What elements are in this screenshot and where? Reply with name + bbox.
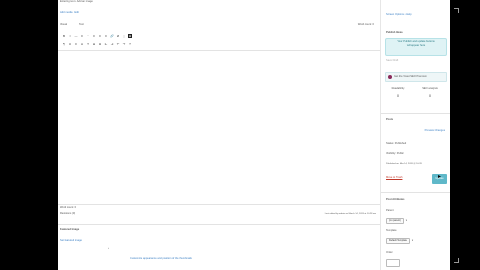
help-icon[interactable]: ? <box>128 42 132 46</box>
paragraph-button[interactable]: ¶ <box>62 42 66 46</box>
yoast-premium-banner[interactable]: Get the Yoast SEO Premium <box>385 72 447 82</box>
hr-button[interactable]: — <box>74 34 78 38</box>
align-right-button[interactable]: ≡ <box>104 34 108 38</box>
customize-thumbnails-link[interactable]: Customize appearance and position of the… <box>130 257 192 261</box>
parent-label: Parent <box>386 209 394 212</box>
revisions-label[interactable]: Revisions (0) <box>60 212 75 216</box>
visual-tab[interactable]: Visual <box>60 23 67 27</box>
wordpress-editor-page: Entering text • Add an image Add media E… <box>58 0 450 270</box>
underline-button[interactable]: U <box>68 42 72 46</box>
italic-button[interactable]: I <box>68 34 72 38</box>
align-center-button[interactable]: ≡ <box>98 34 102 38</box>
chevron-down-icon: ▾ <box>405 218 408 222</box>
toolbar-toggle-icon[interactable]: ⊞ <box>128 34 132 38</box>
yoast-premium-label: Get the Yoast SEO Premium <box>394 74 427 78</box>
quote-button[interactable]: “ <box>86 34 90 38</box>
posts-title: Posts <box>386 118 394 121</box>
parent-select-value: (no parent) <box>386 218 404 224</box>
align-left-button[interactable]: ≡ <box>92 34 96 38</box>
template-select[interactable]: Default Template ▾ <box>386 238 413 244</box>
preview-changes-link[interactable]: Preview Changes <box>425 129 445 133</box>
template-label: Template <box>386 229 397 232</box>
special-char-button[interactable]: Ω <box>98 42 102 46</box>
bold-button[interactable]: B <box>62 34 66 38</box>
seo-analysis-stat: SEO analysis 0 <box>417 87 443 98</box>
redo-icon[interactable]: ↷ <box>122 42 126 46</box>
readability-stat: Readability 0 <box>387 87 409 98</box>
text-tab[interactable]: Text <box>79 23 84 27</box>
featured-image-link[interactable]: Set featured image <box>60 239 82 243</box>
seo-analysis-value: 0 <box>428 92 432 98</box>
undo-icon[interactable]: ↶ <box>116 42 120 46</box>
published-line: Published on: Mar 14, 2019 @ 10:28 <box>386 163 422 165</box>
screen-options-link[interactable]: Screen Options • Help <box>386 13 412 17</box>
post-attributes-title: Post Attributes <box>386 198 405 201</box>
clear-format-button[interactable]: ⊟ <box>92 42 96 46</box>
sidebar: Screen Options • Help Publish Ideas Your… <box>380 0 450 270</box>
justify-button[interactable]: ≡ <box>74 42 78 46</box>
last-edited: Last edited by admin on March 14, 2019 a… <box>324 213 376 215</box>
bullets-button[interactable]: ≡ <box>80 34 84 38</box>
outdent-button[interactable]: ⇤ <box>104 42 108 46</box>
more-icon[interactable]: ⋮ <box>122 34 126 38</box>
unlink-icon[interactable]: ⊘ <box>116 34 120 38</box>
move-to-trash-link[interactable]: Move to Trash <box>386 176 402 180</box>
publish-ideas-title: Publish Ideas <box>386 31 403 34</box>
parent-select[interactable]: (no parent) ▾ <box>386 218 407 224</box>
title-crumb: Entering text • Add an image <box>60 0 93 3</box>
visibility-line: Visibility: Public <box>386 152 404 155</box>
yoast-icon <box>388 75 392 79</box>
publish-hint-line-2: will appear here <box>406 43 426 47</box>
editor-pane: Entering text • Add an image Add media E… <box>58 0 380 270</box>
paste-text-button[interactable]: T <box>86 42 90 46</box>
word-count-top: Word count: 0 <box>357 23 374 26</box>
readability-label: Readability <box>391 87 405 90</box>
template-select-value: Default Template <box>386 238 410 244</box>
editor-content-area[interactable] <box>60 52 376 202</box>
seo-analysis-label: SEO analysis <box>422 87 438 90</box>
order-input[interactable] <box>386 259 400 267</box>
text-color-button[interactable]: A <box>80 42 84 46</box>
link-icon[interactable]: 🔗 <box>110 34 114 38</box>
save-draft-label[interactable]: Save Draft <box>386 59 398 63</box>
word-count-status: Word count: 0 <box>60 206 77 209</box>
edit-link[interactable]: Edit <box>74 11 78 15</box>
order-label: Order <box>386 251 393 254</box>
screen: Entering text • Add an image Add media E… <box>0 0 480 270</box>
mouse-cursor-icon: ▸ <box>438 174 442 180</box>
indent-button[interactable]: ⇥ <box>110 42 114 46</box>
tag-marker: ▪ <box>108 247 109 250</box>
corner-marker-bottom <box>454 258 459 263</box>
chevron-down-icon: ▾ <box>411 238 414 242</box>
readability-value: 0 <box>396 92 400 98</box>
add-media-link[interactable]: Add media <box>60 11 72 15</box>
publish-hint-panel: Your Publish and update buttons will app… <box>385 38 447 56</box>
status-line: Status: Published <box>386 142 407 145</box>
featured-image-title: Featured Image <box>60 228 80 231</box>
corner-marker-top <box>454 8 459 13</box>
